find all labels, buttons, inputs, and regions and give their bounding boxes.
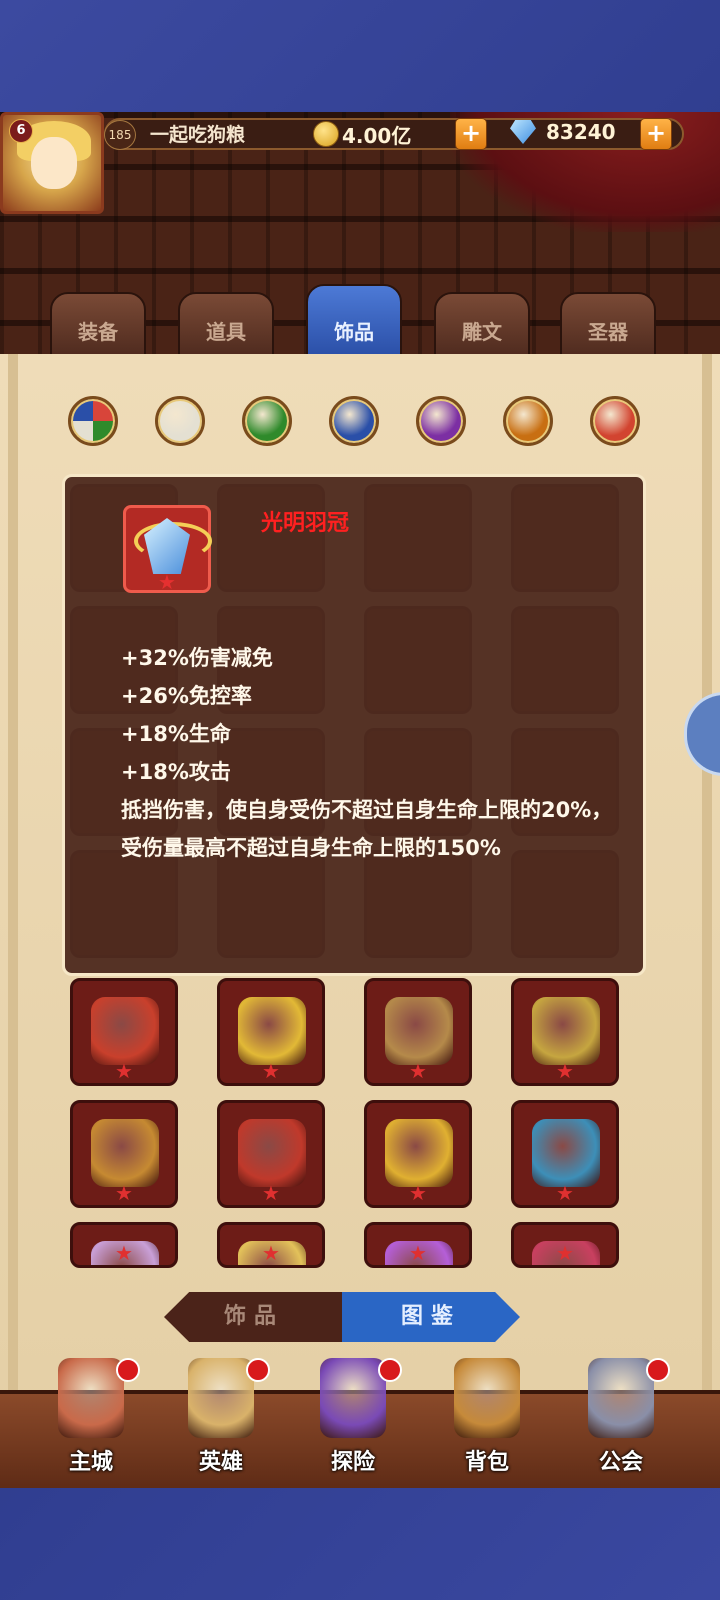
crown-icon: ★ — [123, 505, 212, 594]
notification-badge — [378, 1358, 402, 1382]
star-icon: ★ — [409, 1059, 427, 1083]
game-screen: 185 一起吃狗粮 4.00亿 + 83240 + 6 装备 道具 饰品 雕文 圣器 ★… — [0, 112, 720, 1488]
star-icon: ★ — [115, 1241, 133, 1265]
item-slot[interactable]: ★ — [511, 1222, 619, 1268]
star-icon: ★ — [409, 1241, 427, 1265]
nav-label: 主城 — [68, 1450, 113, 1475]
amulet-icon — [91, 997, 159, 1065]
nav-label: 探险 — [330, 1450, 375, 1475]
stat-line: +32%伤害减免 — [121, 646, 273, 670]
item-name: 光明羽冠 — [261, 511, 350, 536]
add-diamond-button[interactable]: + — [640, 118, 672, 150]
star-icon: ★ — [262, 1059, 280, 1083]
filter-all-colors[interactable] — [68, 396, 118, 446]
star-icon: ★ — [409, 1181, 427, 1205]
item-slot[interactable]: ★ — [70, 1222, 178, 1268]
filter-white[interactable] — [155, 396, 205, 446]
portal-icon — [320, 1358, 386, 1438]
accessory-toggle-button[interactable]: 饰品 — [164, 1292, 344, 1342]
star-icon: ★ — [158, 570, 176, 594]
nav-label: 背包 — [464, 1450, 509, 1475]
item-tooltip: ★ 光明羽冠 +32%伤害减免 +26%免控率 +18%生命 +18%攻击抵挡伤害，使… — [62, 474, 646, 976]
top-resource-bar: 185 一起吃狗粮 4.00亿 + 83240 + — [0, 112, 720, 154]
nav-castle[interactable]: 主城 — [36, 1358, 146, 1488]
notification-badge — [246, 1358, 270, 1382]
item-slot[interactable]: ★ — [70, 978, 178, 1086]
stat-line: +26%免控率 — [121, 684, 252, 708]
item-slot[interactable]: ★ — [70, 1100, 178, 1208]
nav-portal[interactable]: 探险 — [298, 1358, 408, 1488]
item-stats: +32%伤害减免 +26%免控率 +18%生命 +18%攻击抵挡伤害，使自身受伤不超过… — [121, 639, 621, 867]
gold-amount: 4.00亿 — [342, 124, 412, 148]
golden-eagle-icon — [532, 997, 600, 1065]
filter-purple[interactable] — [416, 396, 466, 446]
item-slot[interactable]: ★ — [217, 1100, 325, 1208]
nav-label: 英雄 — [198, 1450, 243, 1475]
bag-icon — [454, 1358, 520, 1438]
nav-guild-tower[interactable]: 公会 — [566, 1358, 676, 1488]
star-icon: ★ — [115, 1181, 133, 1205]
avatar-face — [31, 137, 77, 189]
filter-red[interactable] — [590, 396, 640, 446]
filter-green[interactable] — [242, 396, 292, 446]
book-icon — [385, 997, 453, 1065]
scroll-book-icon — [91, 1119, 159, 1187]
bottom-navigation: 主城 英雄 探险 背包 公会 — [0, 1358, 720, 1488]
stat-line: +18%攻击 — [121, 760, 231, 784]
item-slot[interactable]: ★ — [511, 1100, 619, 1208]
coin-icon — [313, 121, 339, 147]
notification-badge — [646, 1358, 670, 1382]
tab-3[interactable]: 雕文 — [434, 292, 530, 360]
item-slot[interactable]: ★ — [511, 978, 619, 1086]
item-slot[interactable]: ★ — [217, 978, 325, 1086]
stat-line: 抵挡伤害，使自身受伤不超过自身生命上限的20%，受伤量最高不超过自身生命上限的1… — [121, 798, 613, 860]
player-level: 185 — [104, 120, 136, 150]
filter-blue[interactable] — [329, 396, 379, 446]
guild-tower-icon — [588, 1358, 654, 1438]
item-slot[interactable]: ★ — [364, 978, 472, 1086]
star-icon: ★ — [115, 1059, 133, 1083]
star-icon: ★ — [556, 1241, 574, 1265]
eye-icon — [238, 1119, 306, 1187]
tab-0[interactable]: 装备 — [50, 292, 146, 360]
vip-badge: 6 — [9, 119, 33, 143]
tab-4[interactable]: 圣器 — [560, 292, 656, 360]
golden-pig-icon — [238, 997, 306, 1065]
nav-label: 公会 — [598, 1450, 643, 1475]
item-slot[interactable]: ★ — [364, 1222, 472, 1268]
nav-hero[interactable]: 英雄 — [166, 1358, 276, 1488]
player-name: 一起吃狗粮 — [150, 124, 246, 146]
codex-toggle-button[interactable]: 图鉴 — [342, 1292, 520, 1342]
star-icon: ★ — [556, 1181, 574, 1205]
diamond-amount: 83240 — [546, 120, 616, 144]
castle-icon — [58, 1358, 124, 1438]
tab-2[interactable]: 饰品 — [306, 284, 402, 360]
nav-bag[interactable]: 背包 — [432, 1358, 542, 1488]
item-slot[interactable]: ★ — [217, 1222, 325, 1268]
filter-orange[interactable] — [503, 396, 553, 446]
player-avatar[interactable]: 6 — [0, 112, 104, 214]
add-gold-button[interactable]: + — [455, 118, 487, 150]
stat-line: +18%生命 — [121, 722, 231, 746]
tab-1[interactable]: 道具 — [178, 292, 274, 360]
compass-icon — [532, 1119, 600, 1187]
star-icon: ★ — [556, 1059, 574, 1083]
hero-icon — [188, 1358, 254, 1438]
item-slot[interactable]: ★ — [364, 1100, 472, 1208]
golden-tome-icon — [385, 1119, 453, 1187]
notification-badge — [116, 1358, 140, 1382]
star-icon: ★ — [262, 1241, 280, 1265]
view-toggle: 饰品 图鉴 — [164, 1292, 520, 1342]
star-icon: ★ — [262, 1181, 280, 1205]
